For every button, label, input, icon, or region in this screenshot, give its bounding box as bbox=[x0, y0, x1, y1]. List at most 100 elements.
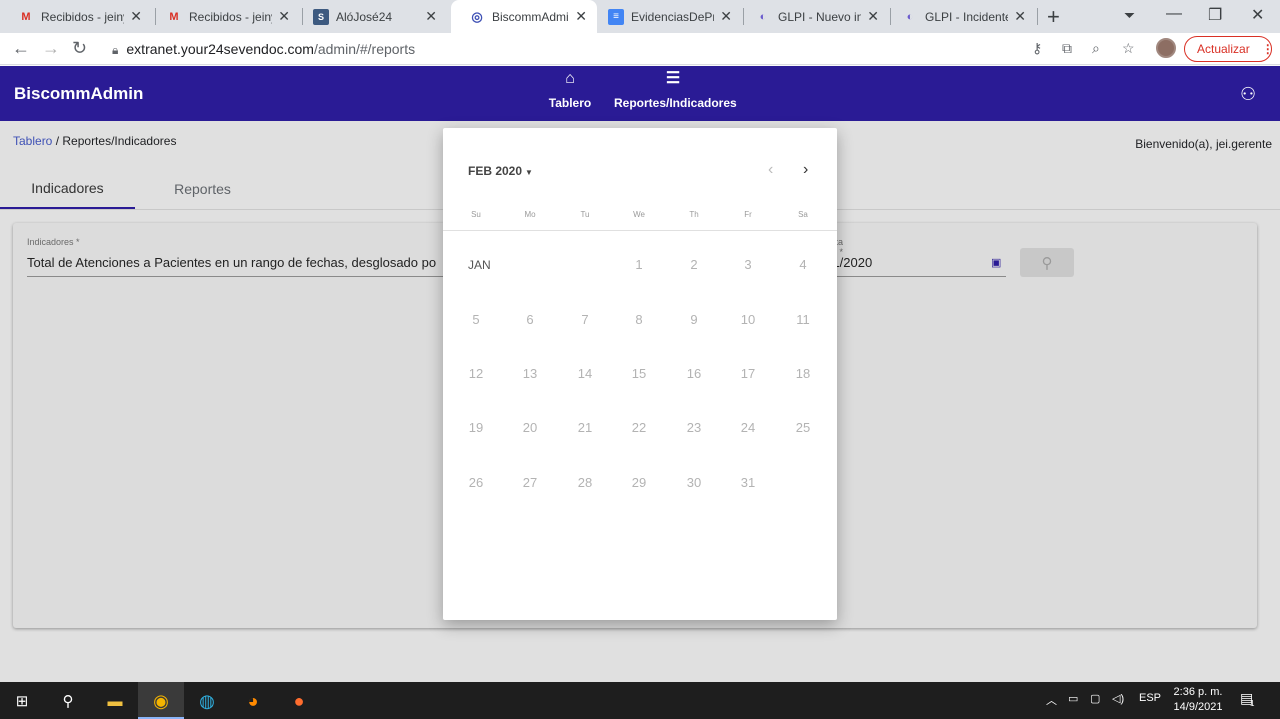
url-path: /admin/#/reports bbox=[313, 41, 416, 57]
battery-icon[interactable]: ▭ bbox=[1068, 692, 1078, 705]
datepicker-popup: FEB 2020 ▼ ‹ › Su Mo Tu We Th Fr Sa JAN 1234567… bbox=[443, 128, 837, 620]
indicator-underline bbox=[27, 276, 443, 277]
calendar-day[interactable]: 27 bbox=[503, 475, 557, 490]
browser-tab[interactable]: ◐ GLPI - Nuevo inci ✕ bbox=[737, 0, 889, 33]
calendar-day[interactable]: 17 bbox=[721, 366, 775, 381]
calendar-day[interactable]: 25 bbox=[776, 420, 830, 435]
calendar-day[interactable]: 3 bbox=[721, 257, 775, 272]
breadcrumb-home-link[interactable]: Tablero bbox=[13, 134, 52, 148]
close-icon[interactable]: ✕ bbox=[575, 8, 587, 25]
search-icon[interactable]: ⚲ bbox=[56, 689, 80, 713]
system-clock[interactable]: 2:36 p. m. 14/9/2021 bbox=[1168, 685, 1228, 715]
close-icon[interactable]: ✕ bbox=[867, 8, 879, 25]
browser-tab[interactable]: ≡ EvidenciasDePrue ✕ bbox=[590, 0, 742, 33]
browser-tab[interactable]: M Recibidos - jeiny ✕ bbox=[148, 0, 300, 33]
calendar-day[interactable]: 14 bbox=[558, 366, 612, 381]
clock-date: 14/9/2021 bbox=[1173, 701, 1223, 713]
calendar-day[interactable]: 28 bbox=[558, 475, 612, 490]
zoom-icon[interactable]: ⌕ bbox=[1092, 40, 1100, 57]
calendar-day[interactable]: 13 bbox=[503, 366, 557, 381]
back-icon[interactable]: ← bbox=[12, 38, 30, 59]
windows-start-icon[interactable]: ⊞ bbox=[10, 689, 34, 713]
close-icon[interactable]: ✕ bbox=[425, 8, 437, 25]
calendar-day[interactable]: 7 bbox=[558, 312, 612, 327]
calendar-day[interactable]: 22 bbox=[612, 420, 666, 435]
browser-tab[interactable]: M Recibidos - jeiny ✕ bbox=[0, 0, 152, 33]
calendar-day[interactable]: 31 bbox=[721, 475, 775, 490]
address-bar: ← → ↻ 🔒︎ extranet.your24sevendoc.com/admi… bbox=[0, 33, 1280, 65]
browser-tab-title: GLPI - Nuevo inci bbox=[778, 9, 862, 24]
volume-icon[interactable]: ◁) bbox=[1112, 692, 1124, 705]
calendar-day[interactable]: 29 bbox=[612, 475, 666, 490]
chrome-icon[interactable]: ◉ bbox=[149, 689, 173, 713]
chevron-up-icon[interactable]: ︿ bbox=[1046, 692, 1057, 708]
bookmark-star-icon[interactable]: ☆ bbox=[1122, 40, 1135, 57]
url-field[interactable]: 🔒︎ extranet.your24sevendoc.com/admin/#/re… bbox=[112, 41, 415, 58]
profile-avatar[interactable] bbox=[1156, 38, 1176, 58]
hasta-date-field[interactable]: /1/1/2020 bbox=[818, 255, 978, 270]
calendar-day[interactable]: 1 bbox=[612, 257, 666, 272]
reload-icon[interactable]: ↻ bbox=[72, 38, 87, 59]
calendar-icon[interactable]: ▣ bbox=[991, 256, 1001, 269]
clock-time: 2:36 p. m. bbox=[1173, 686, 1223, 698]
calendar-day[interactable]: 11 bbox=[776, 312, 830, 327]
app-icon[interactable]: ● bbox=[287, 689, 311, 713]
language-indicator[interactable]: ESP bbox=[1139, 692, 1161, 704]
calendar-day[interactable]: 6 bbox=[503, 312, 557, 327]
browser-tab[interactable]: ◐ GLPI - Incidentes ✕ bbox=[884, 0, 1036, 33]
calendar-day[interactable]: 5 bbox=[449, 312, 503, 327]
window-close-icon[interactable]: ✕ bbox=[1251, 5, 1264, 25]
browser-tab[interactable]: S AlóJosé24 ✕ bbox=[295, 0, 447, 33]
nav-reportes[interactable]: ☰ Reportes/Indicadores bbox=[614, 70, 737, 110]
minimize-icon[interactable]: — bbox=[1166, 5, 1182, 23]
site-icon: S bbox=[313, 8, 329, 25]
more-vert-icon: ⋮ bbox=[1261, 42, 1274, 56]
notification-count: 1 bbox=[1250, 699, 1255, 708]
calendar-day[interactable]: 9 bbox=[667, 312, 721, 327]
prev-month-button[interactable]: ‹ bbox=[768, 161, 773, 179]
user-icon[interactable]: ⚇ bbox=[1240, 84, 1256, 105]
new-tab-button[interactable]: + bbox=[1047, 4, 1060, 30]
calendar-day[interactable]: 18 bbox=[776, 366, 830, 381]
next-month-button[interactable]: › bbox=[803, 161, 808, 179]
key-icon[interactable]: ⚷ bbox=[1032, 40, 1042, 57]
browser-tab-active[interactable]: ◎ BiscommAdmin ✕ bbox=[451, 0, 597, 33]
close-icon[interactable]: ✕ bbox=[278, 8, 290, 25]
calendar-day[interactable]: 30 bbox=[667, 475, 721, 490]
tab-indicadores[interactable]: Indicadores bbox=[0, 169, 135, 209]
docs-icon: ≡ bbox=[608, 8, 624, 25]
calendar-day[interactable]: 20 bbox=[503, 420, 557, 435]
tab-search-icon[interactable]: ⏷ bbox=[1124, 7, 1135, 24]
calendar-day[interactable]: 19 bbox=[449, 420, 503, 435]
calendar-day[interactable]: 8 bbox=[612, 312, 666, 327]
list-icon: ☰ bbox=[665, 70, 681, 87]
calendar-day[interactable]: 15 bbox=[612, 366, 666, 381]
tab-reportes[interactable]: Reportes bbox=[135, 169, 270, 209]
edge-icon[interactable]: ◍ bbox=[195, 689, 219, 713]
calendar-day[interactable]: 23 bbox=[667, 420, 721, 435]
close-icon[interactable]: ✕ bbox=[720, 8, 732, 25]
indicator-select[interactable]: Total de Atenciones a Pacientes en un ra… bbox=[27, 255, 443, 270]
calendar-day[interactable]: 2 bbox=[667, 257, 721, 272]
close-icon[interactable]: ✕ bbox=[130, 8, 142, 25]
network-icon[interactable]: ▢ bbox=[1090, 692, 1100, 705]
calendar-day[interactable]: 4 bbox=[776, 257, 830, 272]
calendar-day[interactable]: 16 bbox=[667, 366, 721, 381]
close-icon[interactable]: ✕ bbox=[1014, 8, 1026, 25]
forward-icon[interactable]: → bbox=[42, 38, 60, 59]
search-button[interactable]: ⚲ bbox=[1020, 248, 1074, 277]
file-explorer-icon[interactable]: ▬ bbox=[103, 689, 127, 713]
restore-icon[interactable]: ❐ bbox=[1208, 5, 1222, 25]
period-selector[interactable]: FEB 2020 ▼ bbox=[468, 164, 533, 178]
translate-icon[interactable]: ⧉ bbox=[1062, 40, 1072, 57]
calendar-day[interactable]: 21 bbox=[558, 420, 612, 435]
nav-tablero[interactable]: ⌂ Tablero bbox=[548, 70, 592, 110]
update-button[interactable]: Actualizar ⋮ bbox=[1184, 36, 1274, 62]
firefox-icon[interactable]: ◕ bbox=[241, 689, 265, 713]
calendar-day[interactable]: 12 bbox=[449, 366, 503, 381]
calendar-day[interactable]: 24 bbox=[721, 420, 775, 435]
calendar-day[interactable]: 26 bbox=[449, 475, 503, 490]
calendar-day[interactable]: 10 bbox=[721, 312, 775, 327]
lock-icon: 🔒︎ bbox=[112, 43, 119, 57]
browser-tab-title: AlóJosé24 bbox=[336, 9, 393, 24]
